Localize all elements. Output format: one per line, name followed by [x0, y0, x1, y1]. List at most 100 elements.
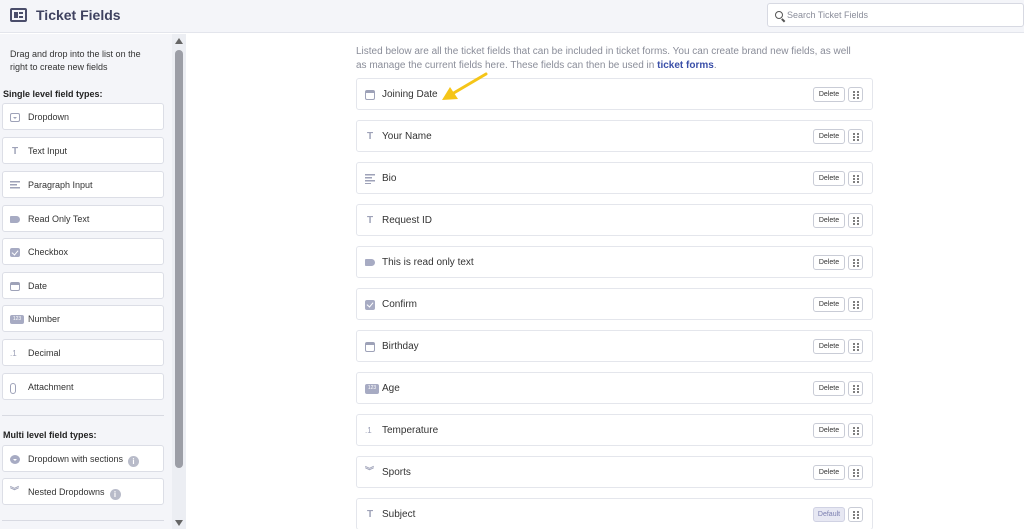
sidebar-divider: [2, 415, 164, 416]
field-label: Bio: [382, 173, 397, 184]
field-type-date[interactable]: Date: [2, 272, 164, 299]
field-label: Request ID: [382, 215, 433, 226]
dropdown-sections-icon: [10, 455, 20, 464]
text-icon: T: [366, 131, 374, 142]
field-row[interactable]: ︾ Sports Delete: [356, 456, 873, 488]
field-type-label: Date: [28, 281, 48, 291]
text-icon: T: [11, 146, 19, 157]
nested-dropdown-icon: ︾: [10, 486, 20, 496]
delete-button[interactable]: Delete: [813, 255, 845, 270]
drag-handle-icon[interactable]: [848, 507, 863, 522]
number-icon: 123: [10, 315, 24, 324]
sidebar-scrollbar[interactable]: [172, 34, 186, 529]
field-type-number[interactable]: 123 Number: [2, 305, 164, 332]
calendar-icon: [10, 282, 20, 291]
field-types-sidebar: Drag and drop into the list on the right…: [0, 34, 172, 529]
drag-handle-icon[interactable]: [848, 381, 863, 396]
drag-handle-icon[interactable]: [848, 423, 863, 438]
field-label: Temperature: [382, 425, 439, 436]
delete-button[interactable]: Delete: [813, 171, 845, 186]
field-type-label: Dropdown: [28, 112, 70, 122]
info-icon[interactable]: i: [109, 489, 121, 500]
scroll-up-arrow-icon[interactable]: [175, 38, 183, 44]
drag-handle-icon[interactable]: [848, 171, 863, 186]
paragraph-icon: [10, 181, 20, 190]
field-label: This is read only text: [382, 257, 474, 268]
field-row[interactable]: T Subject Default: [356, 498, 873, 529]
search-icon: [775, 11, 783, 19]
ticket-fields-icon: [10, 8, 27, 22]
field-type-text-input[interactable]: T Text Input: [2, 137, 164, 164]
field-type-attachment[interactable]: Attachment: [2, 373, 164, 400]
field-row[interactable]: 123 Age Delete: [356, 372, 873, 404]
decimal-icon: .1: [365, 426, 372, 435]
field-label: Sports: [382, 467, 411, 478]
delete-button[interactable]: Delete: [813, 297, 845, 312]
drag-handle-icon[interactable]: [848, 297, 863, 312]
top-header: Ticket Fields: [0, 0, 1024, 33]
field-row[interactable]: T Request ID Delete: [356, 204, 873, 236]
field-row[interactable]: .1 Temperature Delete: [356, 414, 873, 446]
calendar-icon: [365, 342, 375, 352]
multi-level-label: Multi level field types:: [3, 430, 97, 440]
delete-button[interactable]: Delete: [813, 87, 845, 102]
search-box[interactable]: [767, 3, 1024, 27]
field-type-label: Number: [28, 314, 61, 324]
info-icon[interactable]: i: [128, 456, 140, 467]
field-row[interactable]: This is read only text Delete: [356, 246, 873, 278]
field-row[interactable]: Birthday Delete: [356, 330, 873, 362]
scroll-thumb[interactable]: [175, 50, 183, 468]
field-row[interactable]: Joining Date Delete: [356, 78, 873, 110]
field-label: Your Name: [382, 131, 432, 142]
field-type-dropdown-with-sections[interactable]: Dropdown with sections i: [2, 445, 164, 472]
field-type-label: Read Only Text: [28, 214, 90, 224]
default-badge: Default: [813, 507, 845, 522]
tag-icon: [365, 259, 375, 266]
checkbox-icon: [365, 300, 375, 310]
delete-button[interactable]: Delete: [813, 381, 845, 396]
field-label: Confirm: [382, 299, 418, 310]
field-label: Birthday: [382, 341, 419, 352]
drag-handle-icon[interactable]: [848, 255, 863, 270]
field-label: Age: [382, 383, 400, 394]
field-type-dropdown[interactable]: Dropdown: [2, 103, 164, 130]
field-type-read-only-text[interactable]: Read Only Text: [2, 205, 164, 232]
delete-button[interactable]: Delete: [813, 339, 845, 354]
delete-button[interactable]: Delete: [813, 213, 845, 228]
drag-handle-icon[interactable]: [848, 465, 863, 480]
field-type-label: Dropdown with sections i: [28, 454, 140, 467]
field-type-checkbox[interactable]: Checkbox: [2, 238, 164, 265]
search-input[interactable]: [787, 6, 1017, 24]
ticket-forms-link[interactable]: ticket forms: [657, 60, 714, 71]
field-row[interactable]: T Your Name Delete: [356, 120, 873, 152]
field-type-nested-dropdowns[interactable]: ︾ Nested Dropdowns i: [2, 478, 164, 505]
calendar-icon: [365, 90, 375, 100]
intro-text: Listed below are all the ticket fields t…: [356, 46, 851, 71]
single-level-label: Single level field types:: [3, 89, 103, 99]
sidebar-hint: Drag and drop into the list on the right…: [10, 49, 141, 72]
delete-button[interactable]: Delete: [813, 423, 845, 438]
checkbox-icon: [10, 248, 20, 257]
delete-button[interactable]: Delete: [813, 465, 845, 480]
field-row[interactable]: Confirm Delete: [356, 288, 873, 320]
text-icon: T: [366, 215, 374, 226]
text-icon: T: [366, 509, 374, 520]
drag-handle-icon[interactable]: [848, 129, 863, 144]
page-title: Ticket Fields: [36, 7, 121, 23]
drag-handle-icon[interactable]: [848, 87, 863, 102]
scroll-down-arrow-icon[interactable]: [175, 520, 183, 526]
field-row[interactable]: Bio Delete: [356, 162, 873, 194]
field-type-label: Checkbox: [28, 247, 69, 257]
delete-button[interactable]: Delete: [813, 129, 845, 144]
field-type-paragraph-input[interactable]: Paragraph Input: [2, 171, 164, 198]
field-type-label: Decimal: [28, 348, 61, 358]
field-type-decimal[interactable]: .1 Decimal: [2, 339, 164, 366]
drag-handle-icon[interactable]: [848, 339, 863, 354]
paragraph-icon: [365, 174, 375, 184]
dropdown-icon: [10, 113, 20, 122]
drag-handle-icon[interactable]: [848, 213, 863, 228]
number-icon: 123: [365, 384, 379, 394]
field-type-label: Nested Dropdowns i: [28, 487, 121, 500]
annotation-arrow-icon: [442, 72, 488, 100]
field-type-label: Text Input: [28, 146, 68, 156]
